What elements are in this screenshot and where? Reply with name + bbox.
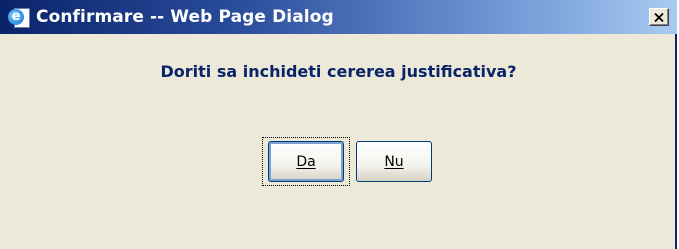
confirmation-question: Doriti sa inchideti cererea justificativ… [160,62,517,81]
yes-button-label: Da [296,153,316,170]
ie-page-icon: e [8,6,30,28]
close-icon [654,12,664,22]
no-button-label: Nu [384,153,404,170]
title-bar[interactable]: e Confirmare -- Web Page Dialog [0,0,677,34]
window-title: Confirmare -- Web Page Dialog [36,7,334,27]
yes-button[interactable]: Da [268,141,344,182]
dialog-window: e Confirmare -- Web Page Dialog Doriti s… [0,0,677,249]
close-button[interactable] [649,8,669,26]
no-button[interactable]: Nu [356,141,432,182]
